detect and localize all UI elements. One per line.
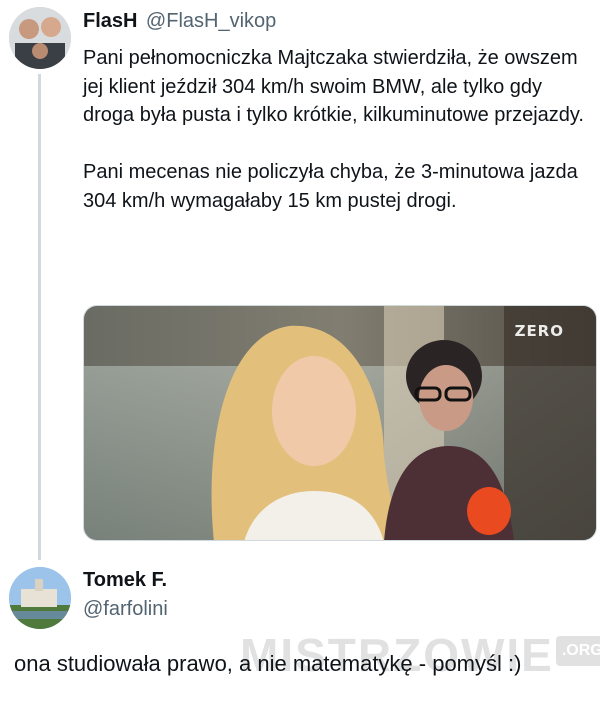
tweet1-header: FlasH @FlasH_vikop xyxy=(83,10,276,33)
tweet-media-image[interactable]: ZERO xyxy=(83,305,597,541)
avatar-tomek[interactable] xyxy=(9,567,71,629)
channel-logo: ZERO xyxy=(514,322,564,340)
avatar-image-2 xyxy=(9,567,71,629)
tweet-text: Pani pełnomocniczka Majtczaka stwierdził… xyxy=(83,47,584,212)
author-handle-2[interactable]: @farfolini xyxy=(83,598,168,621)
video-frame xyxy=(84,306,596,540)
author-name-2[interactable]: Tomek F. xyxy=(83,569,167,592)
author-name[interactable]: FlasH xyxy=(83,10,137,32)
author-handle[interactable]: @FlasH_vikop xyxy=(146,10,276,32)
avatar-image xyxy=(9,7,71,69)
thread-line xyxy=(38,74,41,560)
avatar-flash[interactable] xyxy=(9,7,71,69)
tweet-text-2: ona studiowała prawo, a nie matematykę -… xyxy=(14,651,522,676)
